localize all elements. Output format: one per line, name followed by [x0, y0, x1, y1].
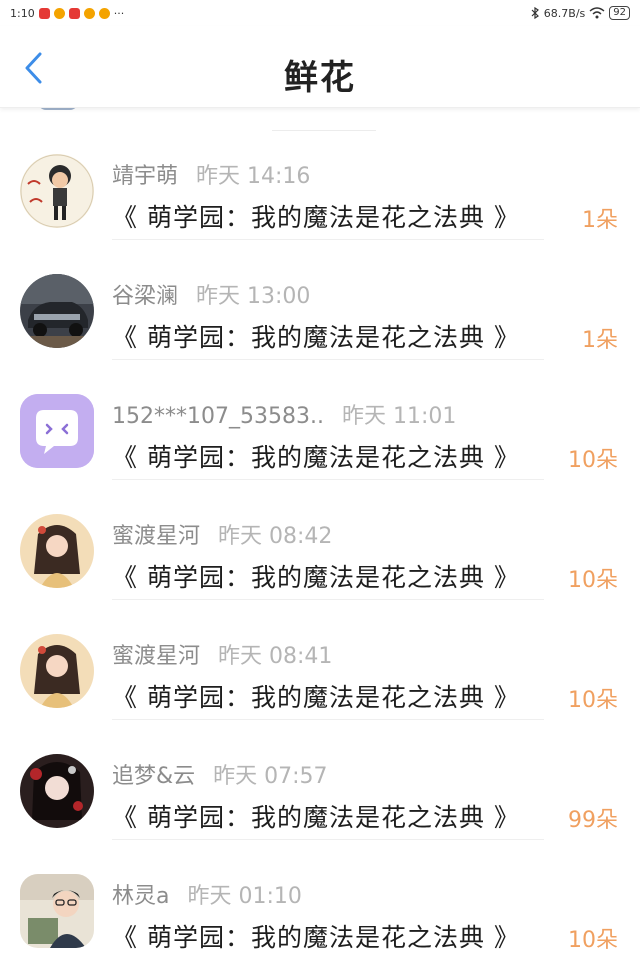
flower-count: 1朵 [582, 208, 618, 233]
notification-icon [98, 7, 110, 19]
user-line: 追梦&云 昨天 07:57 [112, 758, 328, 790]
notification-icon [38, 7, 50, 19]
status-right: 68.7B/s 92 [530, 6, 630, 20]
user-line: 林灵a 昨天 01:10 [112, 878, 302, 910]
avatar[interactable] [20, 634, 94, 708]
status-left: 1:10 ··· [10, 7, 124, 20]
flower-count: 10朵 [568, 448, 618, 473]
notification-icon [68, 7, 80, 19]
flower-gift-list: 靖宇萌 昨天 14:16 《 萌学园：我的魔法是花之法典 》 1朵 谷梁澜 昨天 1… [0, 120, 640, 959]
avatar[interactable] [20, 154, 94, 228]
book-title[interactable]: 《 萌学园：我的魔法是花之法典 》 [112, 558, 520, 594]
list-item[interactable]: 152***107_53583.. 昨天 11:01 《 萌学园：我的魔法是花之法… [0, 360, 640, 479]
book-title[interactable]: 《 萌学园：我的魔法是花之法典 》 [112, 918, 520, 954]
avatar-image [20, 514, 94, 588]
avatar[interactable] [20, 394, 94, 468]
timestamp: 昨天 07:57 [213, 764, 328, 789]
user-line: 蜜渡星河 昨天 08:42 [112, 518, 332, 550]
timestamp: 昨天 08:41 [218, 644, 333, 669]
flower-count: 1朵 [582, 328, 618, 353]
notification-icon [83, 7, 95, 19]
book-title[interactable]: 《 萌学园：我的魔法是花之法典 》 [112, 678, 520, 714]
username[interactable]: 152***107_53583.. [112, 404, 324, 429]
list-item[interactable]: 靖宇萌 昨天 14:16 《 萌学园：我的魔法是花之法典 》 1朵 [0, 120, 640, 239]
timestamp: 昨天 14:16 [196, 164, 311, 189]
book-title[interactable]: 《 萌学园：我的魔法是花之法典 》 [112, 798, 520, 834]
timestamp: 昨天 11:01 [341, 404, 457, 429]
flower-count: 10朵 [568, 928, 618, 953]
avatar-image [20, 874, 94, 948]
username[interactable]: 林灵a [112, 884, 169, 909]
list-item[interactable]: 林灵a 昨天 01:10 《 萌学园：我的魔法是花之法典 》 10朵 [0, 840, 640, 959]
status-bar: 1:10 ··· 68.7B/s 92 [0, 0, 640, 26]
avatar[interactable] [20, 754, 94, 828]
app-header: 鲜花 [0, 26, 640, 108]
notification-icon [53, 7, 65, 19]
username[interactable]: 追梦&云 [112, 764, 195, 789]
avatar[interactable] [20, 874, 94, 948]
avatar-image [20, 274, 94, 348]
list-item[interactable]: 蜜渡星河 昨天 08:42 《 萌学园：我的魔法是花之法典 》 10朵 [0, 480, 640, 599]
more-notifications-indicator: ··· [113, 6, 125, 20]
book-title[interactable]: 《 萌学园：我的魔法是花之法典 》 [112, 198, 520, 234]
avatar-image [20, 634, 94, 708]
avatar-image [20, 754, 94, 828]
list-item[interactable]: 蜜渡星河 昨天 08:41 《 萌学园：我的魔法是花之法典 》 10朵 [0, 600, 640, 719]
network-speed: 68.7B/s [543, 6, 586, 20]
status-time: 1:10 [10, 6, 35, 20]
battery-indicator: 92 [609, 6, 630, 20]
user-line: 靖宇萌 昨天 14:16 [112, 158, 310, 190]
chat-bubble-icon [20, 394, 94, 468]
avatar[interactable] [20, 514, 94, 588]
page-title: 鲜花 [284, 58, 356, 98]
avatar[interactable] [20, 274, 94, 348]
username[interactable]: 谷梁澜 [112, 284, 178, 309]
list-item[interactable]: 谷梁澜 昨天 13:00 《 萌学园：我的魔法是花之法典 》 1朵 [0, 240, 640, 359]
username[interactable]: 蜜渡星河 [112, 524, 200, 549]
flower-count: 10朵 [568, 688, 618, 713]
bluetooth-icon [531, 7, 539, 19]
avatar-image [20, 154, 94, 228]
user-line: 蜜渡星河 昨天 08:41 [112, 638, 332, 670]
user-line: 152***107_53583.. 昨天 11:01 [112, 398, 456, 430]
book-title[interactable]: 《 萌学园：我的魔法是花之法典 》 [112, 438, 520, 474]
wifi-icon [589, 7, 605, 19]
flower-count: 99朵 [568, 808, 618, 833]
timestamp: 昨天 01:10 [187, 884, 302, 909]
timestamp: 昨天 08:42 [218, 524, 333, 549]
username[interactable]: 蜜渡星河 [112, 644, 200, 669]
list-item[interactable]: 追梦&云 昨天 07:57 《 萌学园：我的魔法是花之法典 》 99朵 [0, 720, 640, 839]
timestamp: 昨天 13:00 [196, 284, 311, 309]
flower-count: 10朵 [568, 568, 618, 593]
book-title[interactable]: 《 萌学园：我的魔法是花之法典 》 [112, 318, 520, 354]
user-line: 谷梁澜 昨天 13:00 [112, 278, 310, 310]
username[interactable]: 靖宇萌 [112, 164, 178, 189]
